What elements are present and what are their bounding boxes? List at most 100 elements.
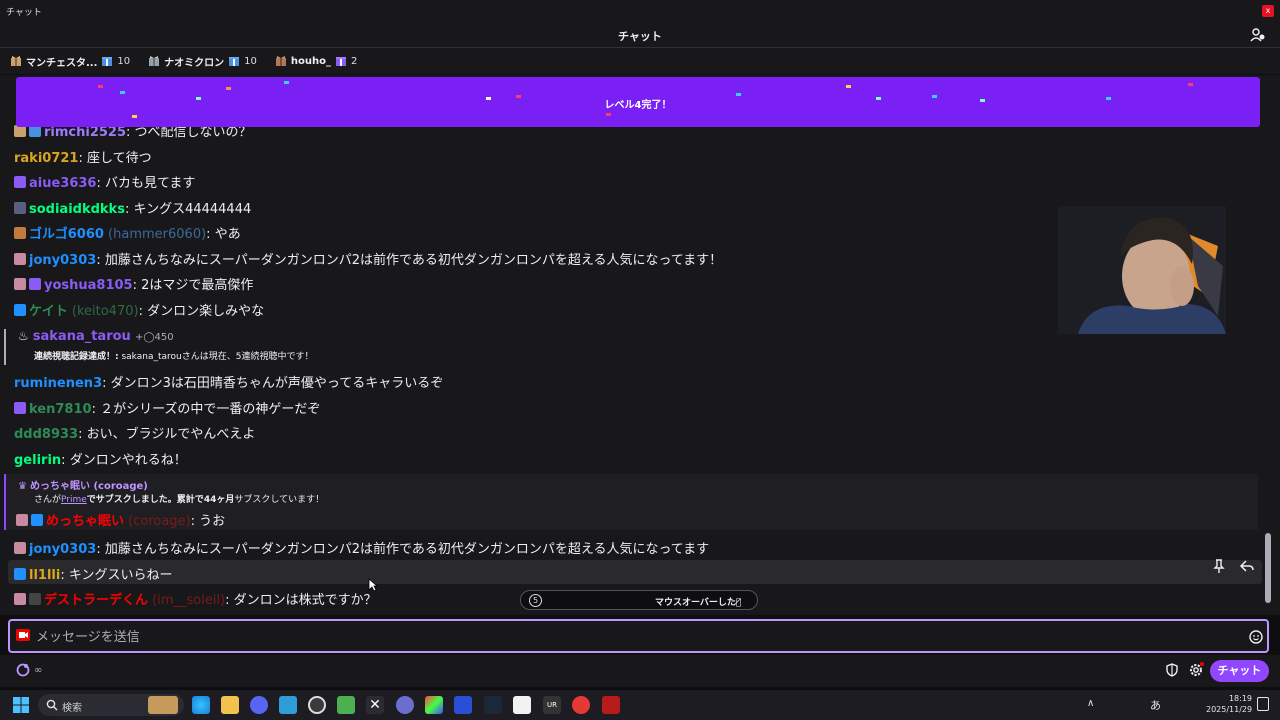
chat-message[interactable]: raki0721: 座して待つ: [14, 147, 152, 166]
window-close-button[interactable]: x: [1262, 5, 1274, 17]
app-icon[interactable]: UR: [543, 696, 561, 714]
chat-separator: :: [78, 427, 87, 442]
chat-separator: :: [61, 453, 70, 468]
mouseover-pause-pill[interactable]: 5 マウスオーバーしたた̸: [520, 590, 758, 610]
chat-username[interactable]: jony0303: [29, 253, 96, 268]
chat-username[interactable]: aiue3636: [29, 176, 96, 191]
chat-message[interactable]: sodiaidkdkks: キングス44444444: [14, 198, 251, 217]
banner-text: レベル4完了！: [604, 100, 672, 111]
chat-messages[interactable]: rimchi2525: つべ配信しないの？ raki0721: 座して待つ ai…: [0, 75, 1262, 615]
chat-message[interactable]: めっちゃ眠い (coroage): うお: [16, 510, 225, 529]
discord-icon[interactable]: [250, 696, 268, 714]
steam-icon[interactable]: [484, 696, 502, 714]
chat-username[interactable]: ken7810: [29, 402, 92, 417]
hovered-message-row[interactable]: [8, 560, 1262, 584]
obs-icon[interactable]: [308, 696, 326, 714]
chat-username[interactable]: ケイト: [29, 304, 68, 319]
badge-icon: [16, 514, 28, 526]
chat-separator: :: [96, 542, 105, 557]
chat-separator: :: [96, 253, 105, 268]
badge-icon: [31, 514, 43, 526]
pin-icon[interactable]: [1210, 557, 1228, 575]
gift-icon: [102, 57, 113, 66]
chat-separator: :: [206, 227, 215, 242]
chat-username[interactable]: ゴルゴ6060: [29, 227, 104, 242]
chat-message[interactable]: aiue3636: バカも見てます: [14, 172, 195, 191]
chat-username[interactable]: sodiaidkdkks: [29, 202, 125, 217]
chat-username[interactable]: ddd8933: [14, 427, 78, 442]
notepad-icon[interactable]: [279, 696, 297, 714]
gear-icon[interactable]: [1188, 662, 1204, 678]
leaderboard-entry[interactable]: houho_ 2: [275, 55, 357, 67]
badge-icon: [14, 202, 26, 214]
chat-message[interactable]: ゴルゴ6060 (hammer6060): やあ: [14, 223, 241, 242]
app-icon[interactable]: [396, 696, 414, 714]
chat-username[interactable]: gelirin: [14, 453, 61, 468]
leaderboard-name: houho_: [290, 55, 331, 67]
ime-indicator[interactable]: あ: [1150, 697, 1161, 713]
x-app-icon[interactable]: ✕: [366, 696, 384, 714]
emote-picker-icon[interactable]: [1249, 630, 1263, 644]
chat-text: ダンロン楽しみやな: [147, 304, 265, 319]
chat-login: (keito470): [67, 304, 139, 319]
reply-icon[interactable]: [1238, 557, 1256, 575]
sub-text-c: サブスクしています！: [234, 495, 325, 505]
chat-send-button[interactable]: チャット: [1210, 660, 1269, 682]
minecraft-icon[interactable]: [337, 696, 355, 714]
app-icon[interactable]: [572, 696, 590, 714]
notification-icon[interactable]: [1257, 697, 1269, 711]
chat-scrollbar-thumb[interactable]: [1265, 533, 1271, 603]
mouseover-text: マウスオーバーしたた̸: [655, 598, 742, 608]
streak-username[interactable]: sakana_tarou: [33, 329, 131, 344]
tray-chevron-icon[interactable]: ∧: [1087, 698, 1094, 709]
chat-text: キングスいらねー: [68, 568, 173, 583]
chat-message[interactable]: jony0303: 加藤さんちなみにスーパーダンガンロンパ2は前作である初代ダン…: [14, 538, 709, 557]
chat-username[interactable]: めっちゃ眠い: [46, 514, 124, 529]
chat-message[interactable]: デストラーデくん (im__soleil): ダンロンは株式ですか？: [14, 589, 377, 608]
chat-message[interactable]: ruminenen3: ダンロン3は石田晴香ちゃんが声優やってるキャラいるぞ: [14, 372, 443, 391]
chat-username[interactable]: yoshua8105: [44, 278, 133, 293]
record-icon[interactable]: [16, 628, 30, 642]
chat-username[interactable]: rimchi2525: [44, 125, 126, 140]
prime-link[interactable]: Prime: [61, 495, 87, 505]
app-icon[interactable]: [425, 696, 443, 714]
chat-username[interactable]: jony0303: [29, 542, 96, 557]
crown-gift-icon: [11, 56, 21, 66]
chat-message-input[interactable]: [36, 627, 1236, 647]
chat-input-box[interactable]: [8, 619, 1269, 653]
chat-message[interactable]: yoshua8105: 2はマジで最高傑作: [14, 274, 253, 293]
chat-username[interactable]: raki0721: [14, 151, 78, 166]
mute-badge-icon: [29, 593, 41, 605]
chat-message[interactable]: ケイト (keito470): ダンロン楽しみやな: [14, 300, 264, 319]
windows-start-icon[interactable]: [12, 696, 30, 714]
chat-message[interactable]: gelirin: ダンロンやれるね！: [14, 449, 187, 468]
document-icon[interactable]: [513, 696, 531, 714]
tray-clock[interactable]: 18:19 2025/11/29: [1206, 693, 1252, 715]
chat-text: おい、ブラジルでやんべえよ: [86, 427, 256, 442]
sub-header-text: めっちゃ眠い (coroage): [29, 481, 148, 492]
file-explorer-icon[interactable]: [221, 696, 239, 714]
chat-username[interactable]: ll1lli: [29, 568, 60, 583]
search-highlight-image: [148, 696, 178, 714]
community-users-icon[interactable]: [1250, 28, 1266, 42]
app-icon[interactable]: [602, 696, 620, 714]
chat-separator: :: [102, 376, 111, 391]
channel-points[interactable]: ∞: [16, 663, 42, 677]
badge-icon: [14, 278, 26, 290]
chat-message[interactable]: ddd8933: おい、ブラジルでやんべえよ: [14, 423, 255, 442]
taskbar-search[interactable]: 検索: [38, 694, 184, 716]
leaderboard-entry[interactable]: ナオミクロン 10: [148, 54, 257, 69]
shield-icon[interactable]: [1165, 663, 1179, 677]
leaderboard-entry[interactable]: マンチェスタ... 10: [10, 54, 130, 69]
chat-username[interactable]: ruminenen3: [14, 376, 102, 391]
chat-message[interactable]: ll1lli: キングスいらねー: [14, 564, 172, 583]
chat-separator: :: [78, 151, 87, 166]
chat-username[interactable]: デストラーデくん: [44, 593, 148, 608]
chat-message[interactable]: jony0303: 加藤さんちなみにスーパーダンガンロンパ2は前作である初代ダン…: [14, 249, 722, 268]
chat-message[interactable]: ken7810: ２がシリーズの中で一番の神ゲーだぞ: [14, 398, 320, 417]
streak-notice[interactable]: ♨ sakana_tarou +◯450: [18, 329, 174, 344]
edge-browser-icon[interactable]: [192, 696, 210, 714]
hype-train-banner[interactable]: レベル4完了！: [16, 77, 1260, 127]
app-icon[interactable]: [454, 696, 472, 714]
badge-icon: [14, 176, 26, 188]
